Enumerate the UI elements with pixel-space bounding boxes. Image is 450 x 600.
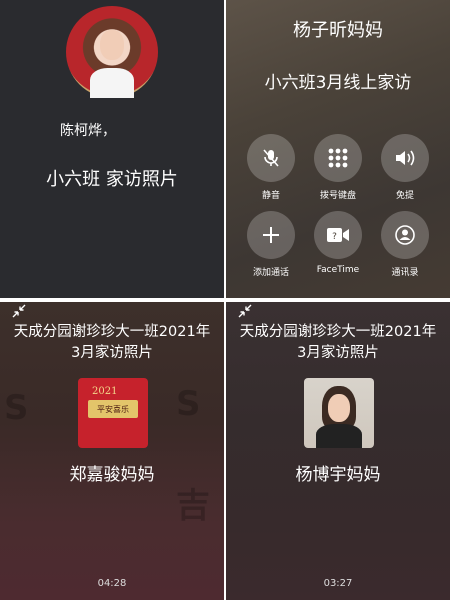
speaker-icon bbox=[396, 150, 415, 166]
contacts-button[interactable]: 通讯录 bbox=[377, 211, 433, 278]
keypad-button[interactable]: 拨号键盘 bbox=[310, 134, 366, 201]
facetime-label: FaceTime bbox=[316, 265, 360, 275]
contact-photo: 2021 平安喜乐 bbox=[78, 378, 148, 448]
call-screen-bottom-left: S S 吉 天成分园谢珍珍大一班2021年3月家访照片 2021 平安喜乐 郑嘉… bbox=[0, 302, 224, 600]
call-title: 天成分园谢珍珍大一班2021年3月家访照片 bbox=[13, 324, 211, 361]
facetime-icon: ? bbox=[327, 228, 349, 242]
add-call-label: 添加通话 bbox=[252, 268, 289, 278]
call-title: 天成分园谢珍珍大一班2021年3月家访照片 bbox=[239, 324, 437, 361]
add-call-icon bbox=[263, 227, 279, 243]
call-screen-top-right: 杨子昕妈妈 小六班3月线上家访 静音 拨号键盘 免提 添加通话 ? FaceTi… bbox=[226, 0, 450, 298]
mute-label: 静音 bbox=[261, 191, 280, 201]
keypad-label: 拨号键盘 bbox=[319, 191, 356, 201]
facetime-button[interactable]: ? FaceTime bbox=[310, 211, 366, 275]
contact-name: 郑嘉骏妈妈 bbox=[69, 465, 155, 485]
avatar-face bbox=[100, 30, 124, 60]
photo-strip: 平安喜乐 bbox=[88, 400, 138, 418]
contact-photo bbox=[304, 378, 374, 448]
call-screen-bottom-right: 天成分园谢珍珍大一班2021年3月家访照片 杨博宇妈妈 03:27 bbox=[226, 302, 450, 600]
collapse-arrows-icon[interactable] bbox=[238, 304, 252, 318]
keypad-icon bbox=[328, 148, 348, 168]
contact-name: 杨子昕妈妈 bbox=[293, 20, 383, 41]
call-timer: 03:27 bbox=[323, 578, 353, 589]
speaker-button[interactable]: 免提 bbox=[377, 134, 433, 201]
call-screen-top-left: 陈柯烨， 小六班 家访照片 bbox=[0, 0, 224, 298]
contact-name: 杨博宇妈妈 bbox=[295, 465, 381, 485]
avatar bbox=[66, 6, 158, 98]
mute-button[interactable]: 静音 bbox=[243, 134, 299, 201]
add-call-button[interactable]: 添加通话 bbox=[243, 211, 299, 278]
svg-text:?: ? bbox=[332, 232, 337, 242]
call-timer: 04:28 bbox=[97, 578, 127, 589]
speaker-label: 免提 bbox=[395, 191, 414, 201]
call-subtitle: 小六班3月线上家访 bbox=[264, 73, 412, 93]
caller-name: 陈柯烨， bbox=[60, 123, 116, 139]
avatar-shirt bbox=[90, 68, 134, 98]
photo-year: 2021 bbox=[92, 386, 118, 397]
contacts-icon bbox=[395, 225, 415, 245]
collapse-arrows-icon[interactable] bbox=[12, 304, 26, 318]
mute-mic-icon bbox=[263, 149, 279, 167]
contacts-label: 通讯录 bbox=[391, 268, 419, 278]
photo-caption: 小六班 家访照片 bbox=[46, 169, 178, 190]
